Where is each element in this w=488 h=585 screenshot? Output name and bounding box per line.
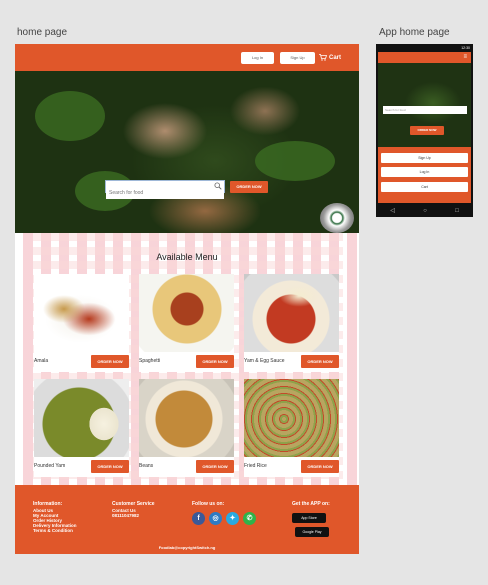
site-footer: Information: About Us My Account Order H… bbox=[15, 485, 359, 554]
app-login-button[interactable]: Log In bbox=[381, 167, 468, 177]
decorative-plate bbox=[320, 203, 354, 233]
menu-item-name: Amala bbox=[34, 358, 49, 364]
app-phone-frame: 12:30 ≡ Search for food ORDER NOW Sign U… bbox=[376, 44, 473, 217]
order-now-button[interactable]: ORDER NOW bbox=[196, 460, 234, 473]
search-box bbox=[105, 180, 225, 199]
hero-food-texture bbox=[255, 141, 335, 181]
hero-banner: ORDER NOW bbox=[15, 71, 359, 233]
social-icons: f ◎ ✦ ✆ bbox=[192, 512, 256, 525]
search-icon[interactable] bbox=[214, 182, 222, 190]
twitter-icon[interactable]: ✦ bbox=[226, 512, 239, 525]
menu-card-fried-rice: Fried Rice ORDER NOW bbox=[244, 379, 339, 477]
menu-card-spaghetti: Spaghetti ORDER NOW bbox=[139, 274, 234, 372]
app-home-page-label: App home page bbox=[379, 27, 450, 38]
menu-card-beans: Beans ORDER NOW bbox=[139, 379, 234, 477]
app-hero-banner: Search for food ORDER NOW bbox=[378, 63, 471, 147]
order-now-button[interactable]: ORDER NOW bbox=[91, 355, 129, 368]
menu-item-name: Spaghetti bbox=[139, 358, 161, 364]
site-header: Log In Sign Up Cart bbox=[15, 44, 359, 71]
footer-information: Information: About Us My Account Order H… bbox=[33, 501, 77, 534]
copyright-text: Foodlab@copyrightSwitch.ng bbox=[158, 545, 216, 550]
order-now-button[interactable]: ORDER NOW bbox=[301, 460, 339, 473]
menu-card-amala: Amala ORDER NOW bbox=[34, 274, 129, 372]
cart-icon bbox=[319, 54, 327, 61]
home-page-frame: Log In Sign Up Cart ORDER NOW Available … bbox=[15, 44, 359, 554]
spaghetti-image[interactable] bbox=[139, 274, 234, 352]
cart-link[interactable]: Cart bbox=[319, 54, 341, 61]
signup-button[interactable]: Sign Up bbox=[280, 52, 315, 64]
footer-link-terms[interactable]: Terms & Condition bbox=[33, 528, 77, 533]
beans-image[interactable] bbox=[139, 379, 234, 457]
hero-order-button[interactable]: ORDER NOW bbox=[230, 181, 268, 193]
order-now-button[interactable]: ORDER NOW bbox=[196, 355, 234, 368]
footer-app: Get the APP on: bbox=[292, 502, 330, 508]
menu-item-name: Yam & Egg Sauce bbox=[244, 358, 285, 364]
app-search-input[interactable]: Search for food bbox=[383, 106, 467, 114]
phone-status-bar: 12:30 bbox=[461, 46, 470, 50]
menu-title: Available Menu bbox=[156, 252, 218, 262]
google-play-badge[interactable]: Google Play bbox=[295, 527, 329, 537]
recents-icon[interactable]: □ bbox=[455, 208, 459, 214]
fried-rice-image[interactable] bbox=[244, 379, 339, 457]
footer-follow: Follow us on: bbox=[192, 502, 224, 508]
menu-card-yam-egg-sauce: Yam & Egg Sauce ORDER NOW bbox=[244, 274, 339, 372]
app-header: ≡ bbox=[378, 52, 471, 63]
app-signup-button[interactable]: Sign Up bbox=[381, 153, 468, 163]
app-store-badge[interactable]: App Store bbox=[292, 513, 326, 523]
footer-heading: Information: bbox=[33, 501, 63, 507]
hero-food-texture bbox=[35, 91, 105, 141]
app-cart-button[interactable]: Cart bbox=[381, 182, 468, 192]
menu-section: Available Menu Amala ORDER NOW Spaghetti… bbox=[15, 233, 359, 485]
menu-item-name: Beans bbox=[139, 463, 154, 469]
footer-heading: Follow us on: bbox=[192, 501, 225, 507]
menu-item-name: Fried Rice bbox=[244, 463, 267, 469]
order-now-button[interactable]: ORDER NOW bbox=[91, 460, 129, 473]
order-now-button[interactable]: ORDER NOW bbox=[301, 355, 339, 368]
instagram-icon[interactable]: ◎ bbox=[209, 512, 222, 525]
menu-card-pounded-yam: Pounded Yam ORDER NOW bbox=[34, 379, 129, 477]
footer-customer-service: Customer Service Contact Us 08111047982 bbox=[112, 501, 155, 519]
search-input[interactable] bbox=[106, 187, 224, 199]
app-body: Sign Up Log In Cart bbox=[378, 147, 471, 203]
menu-item-name: Pounded Yam bbox=[34, 463, 66, 469]
whatsapp-icon[interactable]: ✆ bbox=[243, 512, 256, 525]
facebook-icon[interactable]: f bbox=[192, 512, 205, 525]
footer-heading: Get the APP on: bbox=[292, 501, 330, 507]
pounded-yam-image[interactable] bbox=[34, 379, 129, 457]
login-button[interactable]: Log In bbox=[241, 52, 274, 64]
home-page-label: home page bbox=[17, 27, 68, 38]
footer-phone: 08111047982 bbox=[112, 513, 140, 518]
home-icon[interactable]: ○ bbox=[423, 208, 427, 214]
app-order-button[interactable]: ORDER NOW bbox=[410, 126, 444, 135]
cart-label: Cart bbox=[329, 54, 342, 61]
amala-image[interactable] bbox=[34, 274, 129, 352]
yam-egg-sauce-image[interactable] bbox=[244, 274, 339, 352]
hamburger-menu-icon[interactable]: ≡ bbox=[463, 54, 467, 60]
back-icon[interactable]: ◁ bbox=[390, 207, 395, 214]
footer-heading: Customer Service bbox=[112, 501, 155, 507]
phone-nav-bar: ◁ ○ □ bbox=[376, 204, 473, 217]
